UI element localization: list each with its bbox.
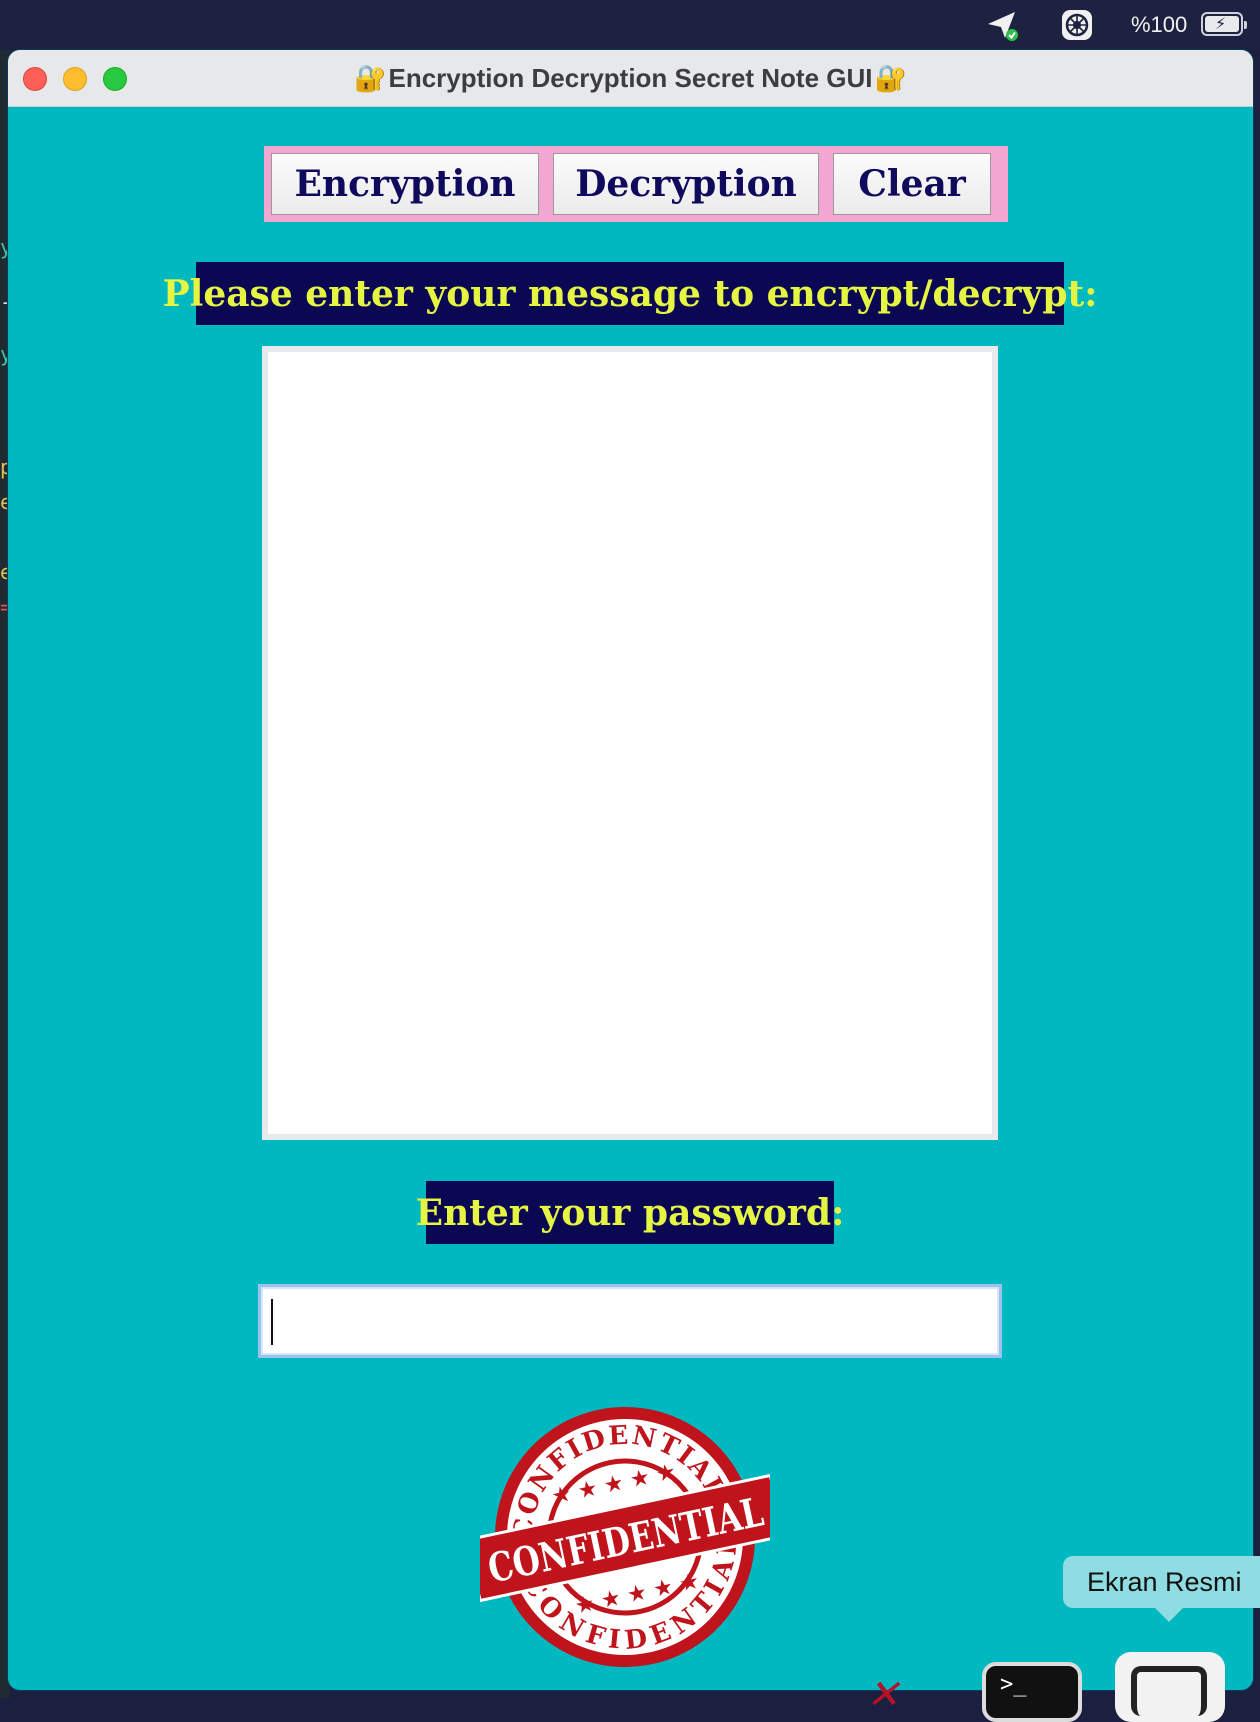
decryption-button[interactable]: Decryption — [553, 153, 819, 215]
message-textarea[interactable] — [262, 346, 998, 1140]
app-window: 🔐 Encryption Decryption Secret Note GUI … — [8, 50, 1253, 1690]
title-bar: 🔐 Encryption Decryption Secret Note GUI … — [8, 50, 1253, 107]
lock-with-key-icon: 🔐 — [354, 62, 387, 93]
password-label: Enter your password: — [416, 1181, 844, 1244]
settings-wheel-icon[interactable] — [1060, 0, 1094, 50]
confidential-stamp-image: CONFIDENTIAL CONFIDENTIAL ★ ★ ★ ★ ★ ★ ★ … — [480, 1402, 770, 1672]
clear-button[interactable]: Clear — [833, 153, 991, 215]
screenshot-dock-icon[interactable] — [1115, 1652, 1225, 1722]
battery-charging-icon[interactable]: ⚡ — [1201, 12, 1247, 36]
message-label: Please enter your message to encrypt/dec… — [163, 262, 1097, 325]
terminal-dock-icon[interactable]: >_ — [982, 1662, 1082, 1722]
text-caret — [271, 1299, 273, 1345]
menubar: %100 ⚡ — [0, 0, 1260, 50]
button-bar: Encryption Decryption Clear — [264, 146, 1008, 222]
paper-plane-icon[interactable] — [985, 0, 1019, 50]
password-input[interactable] — [258, 1284, 1002, 1358]
lock-with-key-icon: 🔐 — [874, 62, 907, 93]
battery-percentage[interactable]: %100 — [1131, 0, 1187, 50]
encryption-button[interactable]: Encryption — [271, 153, 539, 215]
screenshot-tooltip: Ekran Resmi — [1063, 1556, 1260, 1622]
window-title-text: Encryption Decryption Secret Note GUI — [388, 62, 873, 93]
window-title: 🔐 Encryption Decryption Secret Note GUI … — [8, 50, 1253, 106]
dock-app-icon[interactable]: ✕ — [866, 1672, 900, 1718]
